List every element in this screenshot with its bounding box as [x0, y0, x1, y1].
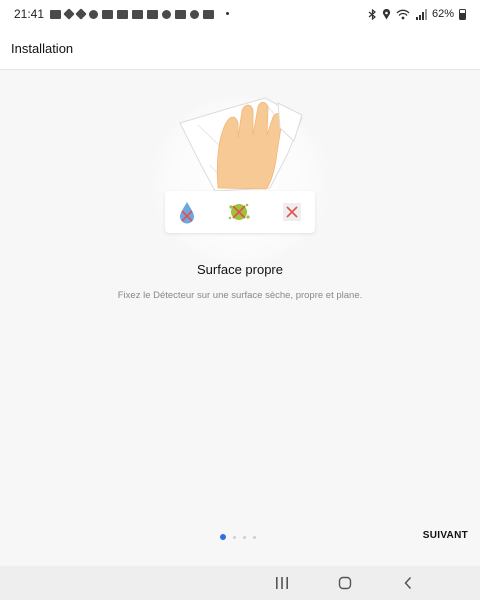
- notification-icon: [117, 9, 129, 19]
- installation-illustration: [0, 71, 480, 266]
- wifi-icon: [396, 9, 410, 19]
- notification-icon: [147, 9, 159, 19]
- system-nav-bar: [0, 566, 480, 600]
- home-icon: [338, 576, 352, 590]
- battery-percent: 62%: [431, 8, 454, 20]
- notification-icon: [203, 9, 215, 19]
- step-heading: Surface propre: [197, 262, 283, 277]
- notification-icon: [132, 9, 144, 19]
- status-dot: [226, 12, 229, 15]
- step-description: Fixez le Détecteur sur une surface sèche…: [117, 290, 363, 301]
- next-button[interactable]: SUIVANT: [423, 530, 468, 541]
- diamond-icon: [63, 8, 75, 20]
- status-time: 21:41: [14, 7, 45, 21]
- recents-icon: [276, 577, 288, 589]
- page-dot: [233, 535, 236, 539]
- notification-icon: [162, 9, 172, 19]
- notification-icon: [89, 9, 99, 19]
- page-dot: [253, 535, 256, 539]
- recents-button[interactable]: [273, 574, 291, 592]
- app-bar: Installation: [0, 28, 480, 70]
- page-dot-active: [220, 534, 226, 540]
- crossed-square-icon: [283, 203, 301, 221]
- water-drop-crossed-icon: [180, 202, 194, 224]
- notification-icon: [50, 9, 62, 19]
- notification-icon: [102, 9, 114, 19]
- back-button[interactable]: [399, 574, 417, 592]
- notification-icon: [175, 9, 187, 19]
- home-button[interactable]: [336, 574, 354, 592]
- page-dot: [243, 535, 246, 539]
- battery-icon: [459, 8, 466, 20]
- notification-icon: [190, 9, 200, 19]
- hand-wiping-icon: [179, 97, 303, 192]
- status-icons: [50, 8, 215, 20]
- back-icon: [404, 576, 412, 590]
- bluetooth-icon: [368, 8, 376, 20]
- surface-check-card: [165, 191, 315, 233]
- signal-icon: [415, 8, 427, 20]
- location-icon: [382, 8, 391, 19]
- status-right: 62%: [368, 8, 466, 20]
- diamond-icon: [75, 8, 87, 20]
- page-indicator: [220, 534, 256, 540]
- dirt-crossed-icon: [228, 203, 250, 220]
- status-bar: 21:41 62%: [0, 0, 480, 28]
- page-title: Installation: [11, 41, 74, 56]
